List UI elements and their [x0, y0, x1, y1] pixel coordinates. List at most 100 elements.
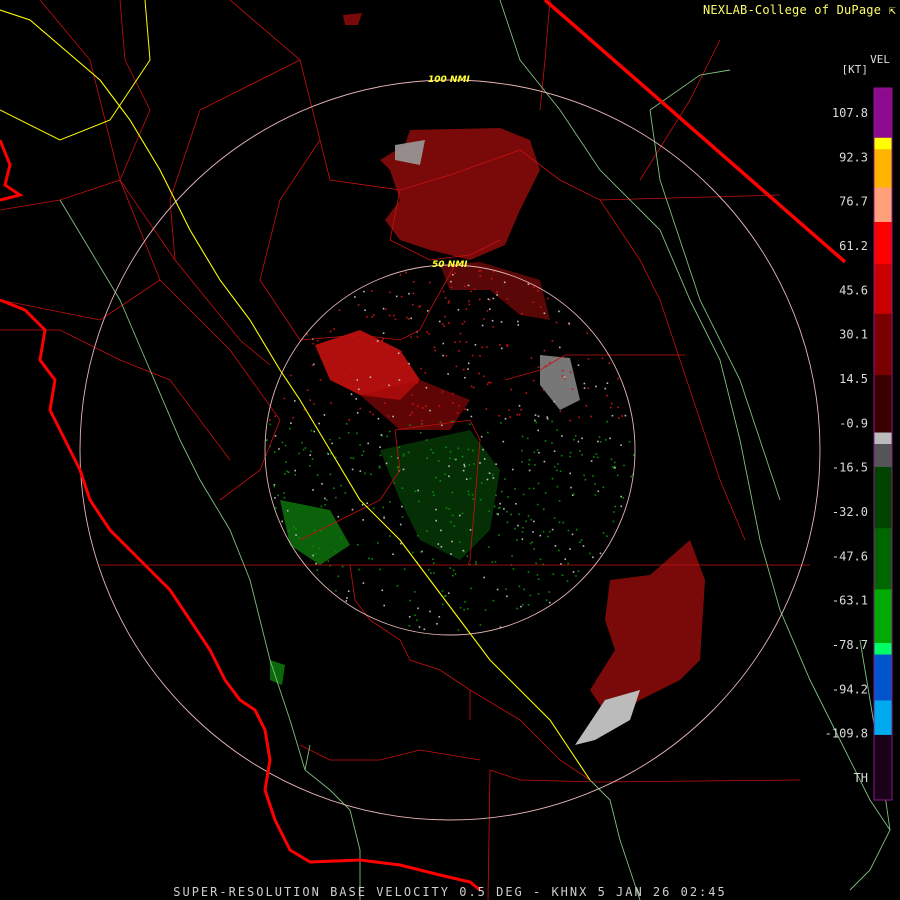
echo-speckle [459, 606, 462, 609]
legend-band-9 [874, 444, 892, 468]
echo-speckle [606, 382, 609, 384]
echo-speckle [536, 449, 539, 451]
echo-speckle [319, 379, 322, 381]
echo-speckle [610, 458, 613, 461]
echo-speckle [388, 314, 391, 317]
echo-speckle [491, 561, 493, 563]
echo-speckle [381, 340, 383, 342]
echo-speckle [546, 418, 549, 420]
echo-speckle [602, 532, 605, 534]
echo-speckle [521, 313, 523, 315]
echo-speckle [506, 298, 509, 300]
echo-speckle [421, 423, 423, 425]
echo-speckle [452, 569, 455, 572]
echo-speckle [466, 555, 469, 557]
echo-speckle [504, 418, 507, 420]
echo-speckle [587, 358, 590, 360]
echo-speckle [425, 405, 427, 407]
echo-speckle [274, 415, 276, 417]
echo-speckle [481, 324, 484, 327]
echo-speckle [384, 402, 386, 405]
echo-speckle [479, 498, 482, 501]
echo-speckle [531, 541, 534, 544]
echo-speckle [487, 298, 490, 300]
echo-speckle [577, 570, 580, 572]
echo-speckle [401, 505, 403, 508]
legend-band-8 [874, 432, 892, 445]
echo-speckle [444, 315, 446, 318]
echo-speckle [551, 340, 554, 342]
echo-speckle [559, 346, 561, 349]
echo-speckle [269, 423, 272, 426]
echo-speckle [611, 414, 614, 417]
echo-speckle [416, 381, 418, 384]
echo-speckle [518, 585, 521, 588]
echo-speckle [442, 603, 444, 606]
echo-speckle [551, 442, 553, 444]
echo-speckle [379, 446, 381, 448]
echo-speckle [331, 442, 333, 445]
echo-speckle [337, 515, 339, 518]
echo-speckle [527, 437, 529, 440]
echo-speckle [362, 450, 365, 453]
echo-speckle [416, 336, 419, 338]
echo-speckle [273, 483, 276, 486]
echo-speckle [471, 494, 474, 496]
echo-speckle [386, 435, 388, 438]
echo-speckle [298, 537, 300, 539]
echo-speckle [458, 541, 461, 543]
echo-speckle [525, 392, 528, 394]
echo-speckle [397, 374, 400, 377]
echo-speckle [373, 314, 375, 316]
echo-speckle [370, 473, 372, 476]
echo-speckle [369, 411, 371, 413]
echo-speckle [592, 475, 594, 477]
echo-speckle [535, 562, 537, 564]
echo-speckle [295, 534, 297, 536]
echo-speckle [400, 350, 402, 353]
echo-speckle [429, 610, 431, 613]
nexlab-credit[interactable]: NEXLAB-College of DuPage ⇱ [703, 3, 896, 17]
echo-speckle [508, 409, 510, 411]
echo-speckle [482, 448, 484, 451]
echo-speckle [479, 624, 482, 626]
echo-speckle [465, 478, 468, 480]
echo-speckle [561, 435, 563, 437]
echo-speckle [288, 529, 290, 532]
echo-speckle [474, 344, 477, 346]
echo-speckle [577, 440, 580, 443]
echo-speckle [514, 488, 516, 490]
echo-speckle [388, 384, 390, 387]
echo-speckle [548, 361, 551, 364]
echo-speckle [486, 346, 488, 348]
echo-speckle [488, 472, 491, 474]
echo-speckle [327, 560, 330, 562]
echo-speckle [547, 297, 549, 300]
echo-speckle [409, 414, 411, 416]
echo-speckle [473, 288, 476, 291]
echo-speckle [521, 538, 524, 540]
echo-speckle [438, 616, 441, 618]
echo-speckle [516, 607, 518, 610]
legend-band-7 [874, 375, 892, 434]
echo-speckle [316, 339, 319, 342]
echo-speckle [512, 568, 515, 570]
echo-speckle [510, 388, 513, 391]
echo-speckle [509, 416, 511, 418]
legend-unit: [KT] [841, 63, 869, 76]
echo-speckle [463, 320, 466, 323]
echo-speckle [539, 558, 542, 561]
echo-speckle [464, 601, 466, 603]
echo-speckle [469, 477, 472, 480]
echo-speckle [528, 459, 531, 461]
echo-speckle [489, 308, 491, 310]
echo-speckle [630, 475, 632, 478]
echo-speckle [530, 357, 533, 359]
echo-speckle [457, 309, 460, 311]
echo-speckle [575, 528, 578, 531]
legend-tick-label: 107.8 [832, 106, 868, 120]
echo-speckle [527, 515, 530, 517]
echo-speckle [352, 457, 355, 460]
echo-speckle [315, 562, 317, 565]
echo-speckle [426, 457, 428, 459]
